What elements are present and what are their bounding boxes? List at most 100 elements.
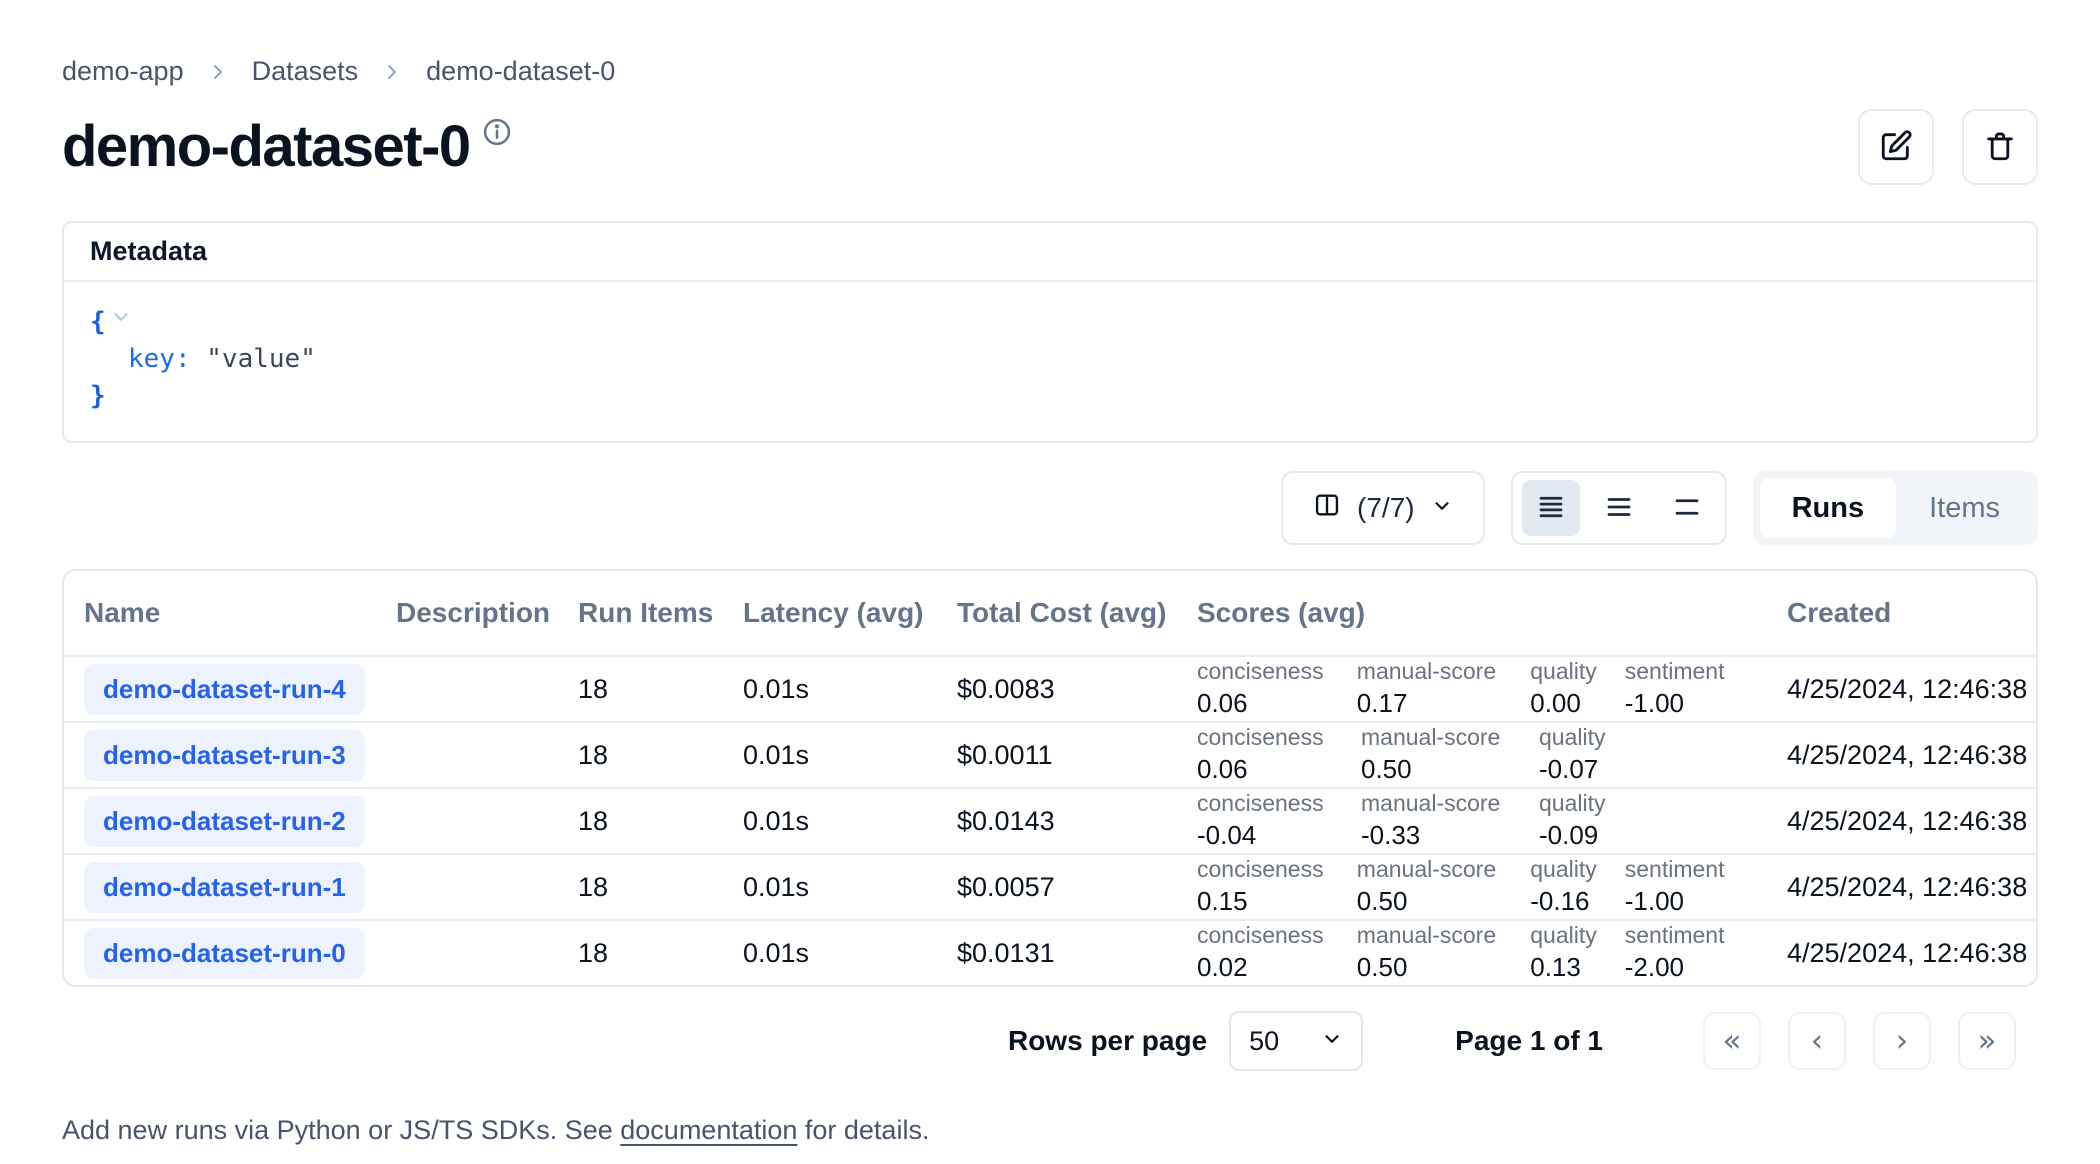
rows-per-page-select[interactable]: 50 — [1229, 1011, 1363, 1071]
score-label: quality — [1530, 857, 1625, 882]
row-height-medium-button[interactable] — [1590, 480, 1648, 536]
score-value: 0.50 — [1357, 886, 1530, 917]
score-value: 0.02 — [1197, 952, 1357, 983]
score-item: sentiment-1.00 — [1625, 659, 1767, 718]
run-name-link[interactable]: demo-dataset-run-4 — [84, 664, 365, 715]
run-items-count: 18 — [558, 938, 723, 969]
breadcrumb-item-current[interactable]: demo-dataset-0 — [426, 56, 615, 87]
score-label: conciseness — [1197, 659, 1357, 684]
sdk-hint: Add new runs via Python or JS/TS SDKs. S… — [62, 1115, 2038, 1146]
table-row[interactable]: demo-dataset-run-0 18 0.01s $0.0131 conc… — [64, 919, 2036, 985]
run-name-link[interactable]: demo-dataset-run-0 — [84, 928, 365, 979]
column-header-created[interactable]: Created — [1767, 597, 2036, 629]
chevron-right-icon — [380, 60, 404, 84]
column-header-run-items[interactable]: Run Items — [558, 597, 723, 629]
score-value: -0.09 — [1539, 820, 1636, 851]
run-total-cost: $0.0011 — [937, 740, 1177, 771]
score-item: sentiment-1.00 — [1625, 857, 1767, 916]
breadcrumb-item-datasets[interactable]: Datasets — [252, 56, 359, 87]
breadcrumb: demo-app Datasets demo-dataset-0 — [62, 56, 2038, 87]
tab-runs[interactable]: Runs — [1759, 477, 1898, 539]
next-page-button[interactable]: › — [1873, 1012, 1931, 1070]
column-visibility-button[interactable]: (7/7) — [1281, 471, 1485, 545]
run-items-count: 18 — [558, 674, 723, 705]
score-value: 0.06 — [1197, 754, 1361, 785]
page-indicator: Page 1 of 1 — [1455, 1025, 1603, 1057]
score-label: quality — [1539, 725, 1636, 750]
info-icon[interactable] — [482, 117, 512, 152]
run-scores: conciseness0.15manual-score0.50quality-0… — [1177, 857, 1767, 916]
json-close-brace: } — [90, 381, 106, 411]
chevron-left-icon: ‹ — [1811, 1023, 1823, 1059]
documentation-link[interactable]: documentation — [620, 1115, 797, 1145]
table-row[interactable]: demo-dataset-run-3 18 0.01s $0.0011 conc… — [64, 721, 2036, 787]
score-item: conciseness0.06 — [1197, 659, 1357, 718]
column-header-description[interactable]: Description — [376, 597, 558, 629]
score-label: conciseness — [1197, 857, 1357, 882]
score-label: conciseness — [1197, 791, 1361, 816]
score-value: -2.00 — [1625, 952, 1767, 983]
score-label: manual-score — [1357, 659, 1530, 684]
first-page-button[interactable]: « — [1703, 1012, 1761, 1070]
run-total-cost: $0.0083 — [937, 674, 1177, 705]
run-name-link[interactable]: demo-dataset-run-1 — [84, 862, 365, 913]
run-latency: 0.01s — [723, 674, 937, 705]
score-value: 0.13 — [1530, 952, 1625, 983]
score-value: 0.00 — [1530, 688, 1625, 719]
column-header-total-cost[interactable]: Total Cost (avg) — [937, 597, 1177, 629]
table-row[interactable]: demo-dataset-run-2 18 0.01s $0.0143 conc… — [64, 787, 2036, 853]
row-height-large-button[interactable] — [1658, 480, 1716, 536]
run-scores: conciseness-0.04manual-score-0.33quality… — [1177, 791, 1767, 850]
column-visibility-count: (7/7) — [1357, 492, 1415, 524]
column-header-latency[interactable]: Latency (avg) — [723, 597, 937, 629]
runs-table: Name Description Run Items Latency (avg)… — [62, 569, 2038, 987]
run-latency: 0.01s — [723, 938, 937, 969]
run-name-link[interactable]: demo-dataset-run-3 — [84, 730, 365, 781]
chevron-down-icon — [1431, 492, 1453, 524]
edit-dataset-button[interactable] — [1858, 109, 1934, 185]
column-header-scores[interactable]: Scores (avg) — [1177, 597, 1767, 629]
json-key: key — [128, 344, 175, 374]
score-label: manual-score — [1361, 725, 1539, 750]
score-value: -1.00 — [1625, 688, 1767, 719]
rows-medium-icon — [1604, 492, 1634, 525]
table-row[interactable]: demo-dataset-run-1 18 0.01s $0.0057 conc… — [64, 853, 2036, 919]
score-item: quality0.13 — [1530, 923, 1625, 982]
breadcrumb-item-project[interactable]: demo-app — [62, 56, 184, 87]
run-total-cost: $0.0057 — [937, 872, 1177, 903]
score-value: -0.04 — [1197, 820, 1361, 851]
row-height-small-button[interactable] — [1522, 480, 1580, 536]
score-label: manual-score — [1361, 791, 1539, 816]
previous-page-button[interactable]: ‹ — [1788, 1012, 1846, 1070]
score-label: conciseness — [1197, 725, 1361, 750]
pagination-bar: Rows per page 50 Page 1 of 1 « ‹ › » — [62, 1011, 2038, 1071]
row-height-toggle-group — [1511, 471, 1727, 545]
score-item: manual-score0.50 — [1357, 923, 1530, 982]
score-value: -0.33 — [1361, 820, 1539, 851]
score-item: conciseness0.02 — [1197, 923, 1357, 982]
score-item: conciseness 0.06 — [1197, 725, 1361, 784]
collapse-caret-icon[interactable] — [110, 306, 132, 328]
score-value: 0.15 — [1197, 886, 1357, 917]
rows-per-page-value: 50 — [1249, 1026, 1279, 1057]
table-header-row: Name Description Run Items Latency (avg)… — [64, 571, 2036, 655]
score-item: conciseness -0.04 — [1197, 791, 1361, 850]
run-latency: 0.01s — [723, 806, 937, 837]
tab-items[interactable]: Items — [1897, 477, 2032, 539]
run-name-link[interactable]: demo-dataset-run-2 — [84, 796, 365, 847]
score-value: 0.17 — [1357, 688, 1530, 719]
run-latency: 0.01s — [723, 872, 937, 903]
column-header-name[interactable]: Name — [64, 597, 376, 629]
score-item: sentiment-2.00 — [1625, 923, 1767, 982]
sdk-hint-text-suffix: for details. — [797, 1115, 929, 1145]
delete-dataset-button[interactable] — [1962, 109, 2038, 185]
rows-dense-icon — [1536, 492, 1566, 525]
edit-icon — [1879, 129, 1913, 166]
run-created: 4/25/2024, 12:46:38 PM — [1767, 806, 2036, 837]
run-total-cost: $0.0131 — [937, 938, 1177, 969]
table-toolbar: (7/7) — [62, 471, 2038, 545]
score-label: manual-score — [1357, 857, 1530, 882]
run-scores: conciseness0.02manual-score0.50quality0.… — [1177, 923, 1767, 982]
table-row[interactable]: demo-dataset-run-4 18 0.01s $0.0083 conc… — [64, 655, 2036, 721]
last-page-button[interactable]: » — [1958, 1012, 2016, 1070]
